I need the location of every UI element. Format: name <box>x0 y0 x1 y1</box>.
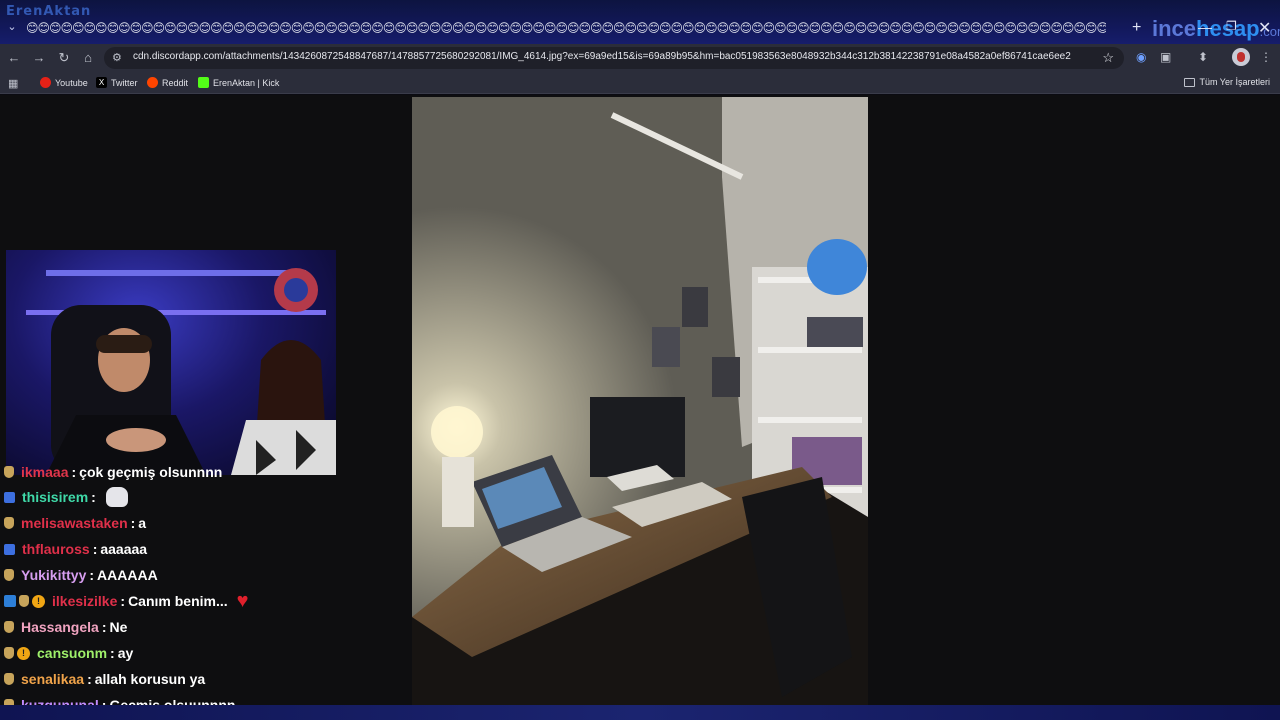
chat-message: Hassangela : Ne <box>4 616 127 638</box>
chat-username[interactable]: Yukikittyy <box>21 567 86 583</box>
bookmark-label: Reddit <box>162 77 189 88</box>
bottom-strip <box>0 705 1280 720</box>
streamer-webcam <box>6 250 336 475</box>
extension-sound-icon[interactable]: ◉ <box>1136 50 1146 64</box>
chat-badge-icon <box>4 569 14 581</box>
reddit-icon <box>147 77 158 88</box>
chat-badge-icon <box>4 673 14 685</box>
chat-message-text: a <box>138 515 147 531</box>
chat-separator: : <box>130 515 136 531</box>
chat-username[interactable]: thflauross <box>22 541 90 557</box>
tab-search-icon[interactable]: ⌄ <box>4 20 20 36</box>
chat-badge-icon <box>19 595 29 607</box>
chat-separator: : <box>92 541 98 557</box>
chat-message: Yukikittyy : AAAAAA <box>4 564 158 586</box>
bookmark-youtube[interactable]: Youtube <box>40 77 88 88</box>
minimize-button[interactable]: — <box>1198 19 1212 35</box>
chat-separator: : <box>89 567 95 583</box>
heart-emote-icon: ♥ <box>236 589 249 612</box>
address-bar[interactable]: ⚙ cdn.discordapp.com/attachments/1434260… <box>104 47 1124 69</box>
chat-badge-icon: ! <box>17 646 30 660</box>
bookmark-twitter[interactable]: X Twitter <box>96 77 138 88</box>
site-info-icon[interactable]: ⚙ <box>112 51 122 64</box>
tab-strip: ErenAktan ⌄ 😊😊😊😊😊😊😊😊😊😊😊😊😊😊😊😊😊😊😊😊😊😊😊😊😊😊😊😊… <box>0 0 1280 44</box>
kick-icon <box>198 77 209 88</box>
new-tab-button[interactable]: + <box>1132 19 1141 37</box>
home-button[interactable]: ⌂ <box>80 50 96 66</box>
chat-separator: : <box>120 593 126 609</box>
bookmark-reddit[interactable]: Reddit <box>147 77 188 88</box>
bookmark-label: Youtube <box>55 77 88 88</box>
chat-message-text: ay <box>117 645 134 661</box>
chat-username[interactable]: cansuonm <box>37 645 107 661</box>
bookmark-star-icon[interactable]: ☆ <box>1102 50 1114 66</box>
chat-username[interactable]: ilkesizilke <box>52 593 117 609</box>
chat-message-text: aaaaaa <box>100 541 148 557</box>
chat-separator: : <box>110 645 115 661</box>
chat-username[interactable]: senalikaa <box>21 671 84 687</box>
chat-badge-icon <box>4 595 16 607</box>
cat-emote-icon <box>105 487 128 507</box>
webcam-drawing <box>26 268 336 475</box>
chat-badge-icon <box>4 543 15 555</box>
downloads-icon[interactable]: ⬍ <box>1198 50 1208 64</box>
back-button[interactable]: ← <box>6 50 22 66</box>
chat-message: ! ilkesizilke : Canım benim... ♥ <box>4 590 249 612</box>
room-photo-drawing <box>412 97 868 705</box>
reload-button[interactable]: ↻ <box>56 50 72 66</box>
chat-badge-icon <box>4 466 14 478</box>
chat-message-text: çok geçmiş olsunnnn <box>79 464 223 480</box>
chat-message: melisawastaken : a <box>4 512 146 534</box>
bookmark-label: Twitter <box>111 77 138 88</box>
browser-toolbar: ← → ↻ ⌂ ⚙ cdn.discordapp.com/attachments… <box>0 44 1280 72</box>
all-bookmarks-button[interactable]: Tüm Yer İşaretleri <box>1184 77 1270 87</box>
chat-message: thisisirem : <box>4 486 128 508</box>
chat-message-text: Ne <box>109 619 128 635</box>
chat-message-text: Canım benim... <box>128 593 228 609</box>
chat-username[interactable]: ikmaaa <box>21 464 68 480</box>
extensions-icon[interactable]: ▣ <box>1160 50 1171 64</box>
watermark-part1: ince <box>1152 16 1197 41</box>
chat-badge-icon <box>4 517 14 529</box>
browser-menu-icon[interactable]: ⋮ <box>1260 50 1272 64</box>
chat-username[interactable]: Hassangela <box>21 619 99 635</box>
chat-message-text: allah korusun ya <box>94 671 206 687</box>
chat-badge-icon <box>4 491 15 503</box>
chat-message-text: AAAAAA <box>97 567 158 583</box>
all-bookmarks-label: Tüm Yer İşaretleri <box>1199 77 1270 87</box>
bookmark-kick[interactable]: ErenAktan | Kick <box>198 77 279 88</box>
profile-avatar[interactable] <box>1232 48 1250 66</box>
folder-icon <box>1184 77 1196 87</box>
chat-separator: : <box>91 489 96 505</box>
chat-separator: : <box>71 464 77 480</box>
bookmarks-bar: ▦ Youtube X Twitter Reddit ErenAktan | K… <box>0 72 1280 94</box>
x-icon: X <box>96 77 107 88</box>
chat-overlay: ikmaaa : çok geçmiş olsunnnn thisisirem :… <box>0 464 400 720</box>
chat-badge-icon: ! <box>32 594 45 608</box>
bookmark-label: ErenAktan | Kick <box>213 77 280 88</box>
chat-separator: : <box>87 671 92 687</box>
chat-username[interactable]: thisisirem <box>22 489 88 505</box>
chat-message: thflauross : aaaaaa <box>4 538 147 560</box>
apps-grid-icon[interactable]: ▦ <box>8 77 18 90</box>
tab-title[interactable]: 😊😊😊😊😊😊😊😊😊😊😊😊😊😊😊😊😊😊😊😊😊😊😊😊😊😊😊😊😊😊😊😊😊😊😊😊😊😊😊😊… <box>26 21 1106 35</box>
url-text[interactable]: cdn.discordapp.com/attachments/143426087… <box>133 51 1071 62</box>
forward-button[interactable]: → <box>31 50 47 66</box>
room-photo[interactable] <box>412 97 868 705</box>
chat-message: ! cansuonm : ay <box>4 642 133 664</box>
chat-badge-icon <box>4 621 14 633</box>
close-window-button[interactable]: ✕ <box>1258 18 1271 38</box>
maximize-button[interactable]: ❐ <box>1226 19 1237 33</box>
youtube-icon <box>40 77 51 88</box>
chat-separator: : <box>101 619 107 635</box>
chat-username[interactable]: melisawastaken <box>21 515 128 531</box>
chat-badge-icon <box>4 647 14 659</box>
chat-message: senalikaa : allah korusun ya <box>4 668 205 690</box>
chat-message: ikmaaa : çok geçmiş olsunnnn <box>4 461 222 483</box>
